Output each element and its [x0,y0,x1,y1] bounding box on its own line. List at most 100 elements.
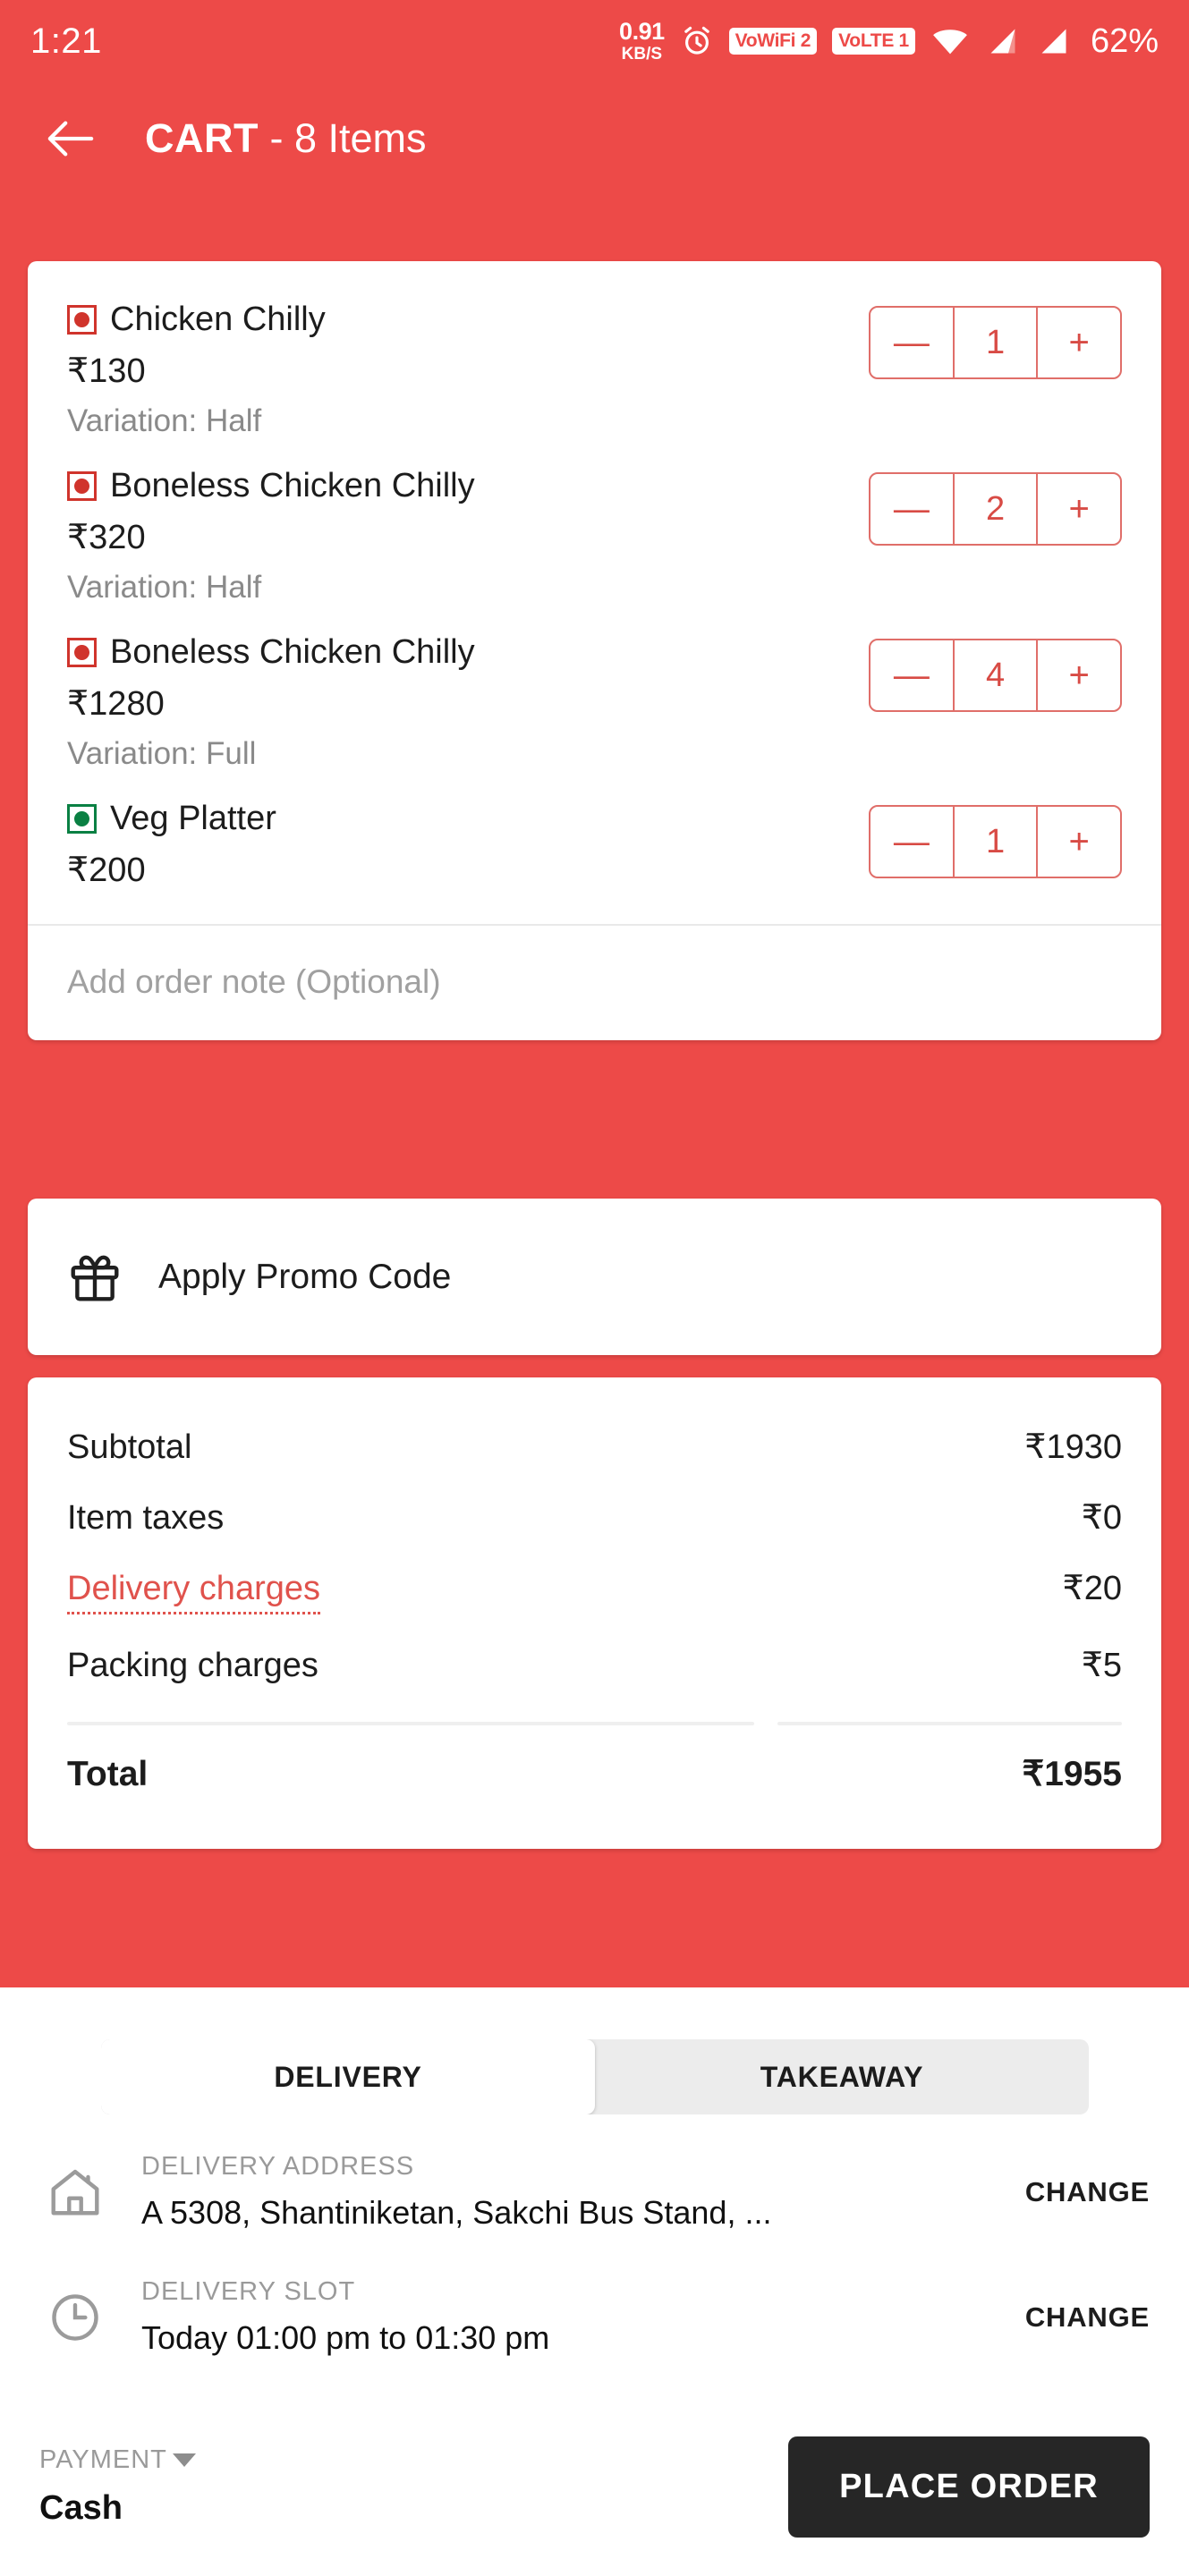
bill-rows: Subtotal ₹1930 Item taxes ₹0 Delivery ch… [67,1411,1122,1700]
network-speed-indicator: 0.91 KB/S [619,18,665,64]
delivery-slot-label: DELIVERY SLOT [141,2277,356,2306]
cart-item-name: Veg Platter [110,800,276,837]
order-type-takeaway[interactable]: TAKEAWAY [595,2039,1089,2114]
bill-row: Item taxes ₹0 [67,1482,1122,1553]
cart-item-details: Boneless Chicken Chilly ₹320 Variation: … [67,467,869,606]
cart-item-title: Boneless Chicken Chilly [67,633,869,672]
bill-row[interactable]: Delivery charges ₹20 [67,1553,1122,1630]
change-address-button[interactable]: CHANGE [1025,2176,1150,2208]
quantity-stepper[interactable]: — 1 + [869,805,1122,878]
delivery-address-label: DELIVERY ADDRESS [141,2152,415,2181]
status-bar-clock: 1:21 [30,21,102,61]
cart-item-details: Chicken Chilly ₹130 Variation: Half [67,301,869,439]
cart-item-row: Boneless Chicken Chilly ₹1280 Variation:… [28,606,1161,772]
cart-item-variation: Variation: Half [67,570,262,605]
quantity-value: 2 [952,474,1039,544]
network-speed-unit: KB/S [621,45,663,64]
app-bar: CART - 8 Items [0,82,1189,195]
quantity-stepper[interactable]: — 2 + [869,472,1122,546]
delivery-address-text: DELIVERY ADDRESS A 5308, Shantiniketan, … [141,2152,1004,2232]
payment-label: PAYMENT [39,2445,167,2474]
cart-item-price: ₹200 [67,852,146,889]
increase-quantity-button[interactable]: + [1038,640,1120,710]
total-value: ₹1955 [1022,1755,1122,1793]
quantity-value: 1 [952,807,1039,877]
bill-summary-inner: Subtotal ₹1930 Item taxes ₹0 Delivery ch… [28,1377,1161,1849]
total-label: Total [67,1755,149,1793]
delivery-address-value: A 5308, Shantiniketan, Sakchi Bus Stand,… [141,2194,772,2231]
cart-item-name: Boneless Chicken Chilly [110,467,475,504]
bill-row-label: Subtotal [67,1428,192,1466]
order-note-input[interactable]: Add order note (Optional) [67,963,1122,1001]
increase-quantity-button[interactable]: + [1038,308,1120,377]
cart-item-variation: Variation: Half [67,403,262,438]
cart-screen: 1:21 0.91 KB/S VoWiFi 2 VoLTE 1 62% CART… [0,0,1189,2576]
increase-quantity-button[interactable]: + [1038,807,1120,877]
cart-item-variation: Variation: Full [67,736,257,771]
order-type-toggle[interactable]: DELIVERY TAKEAWAY [101,2039,1089,2114]
quantity-value: 4 [952,640,1039,710]
cart-item-title: Boneless Chicken Chilly [67,467,869,505]
delivery-slot-row[interactable]: DELIVERY SLOT Today 01:00 pm to 01:30 pm… [0,2277,1189,2357]
decrease-quantity-button[interactable]: — [871,640,953,710]
place-order-button[interactable]: PLACE ORDER [788,2436,1150,2538]
decrease-quantity-button[interactable]: — [871,474,953,544]
page-title-count: - 8 Items [269,115,427,161]
bill-row-total: Total ₹1955 [67,1734,1122,1809]
payment-selector[interactable]: PAYMENT Cash [39,2445,196,2528]
quantity-value: 1 [952,308,1039,377]
cart-item-name: Boneless Chicken Chilly [110,633,475,671]
payment-label-wrap[interactable]: PAYMENT [39,2445,196,2475]
cart-items-card: Chicken Chilly ₹130 Variation: Half — 1 … [28,261,1161,1040]
order-type-delivery[interactable]: DELIVERY [101,2039,595,2114]
network-speed-value: 0.91 [619,18,665,45]
cart-item-row: Boneless Chicken Chilly ₹320 Variation: … [28,439,1161,606]
clock-icon [52,2293,98,2341]
cart-item-details: Boneless Chicken Chilly ₹1280 Variation:… [67,633,869,772]
bill-row-label: Item taxes [67,1499,225,1537]
bill-row: Packing charges ₹5 [67,1630,1122,1700]
wifi-icon [933,30,967,55]
quantity-stepper[interactable]: — 1 + [869,306,1122,379]
decrease-quantity-button[interactable]: — [871,308,953,377]
decrease-quantity-button[interactable]: — [871,807,953,877]
status-bar-icons: 0.91 KB/S VoWiFi 2 VoLTE 1 62% [619,18,1159,64]
cart-items-list: Chicken Chilly ₹130 Variation: Half — 1 … [28,261,1161,890]
cart-item-details: Veg Platter ₹200 [67,800,869,890]
veg-indicator-icon [67,804,97,834]
apply-promo-code-row[interactable]: Apply Promo Code [28,1199,1161,1355]
order-note-row[interactable]: Add order note (Optional) [28,926,1161,1040]
battery-percentage: 62% [1090,21,1159,60]
non-veg-indicator-icon [67,305,97,335]
clock-icon-wrap [39,2282,111,2353]
cart-item-price: ₹320 [67,519,146,556]
bill-row: Subtotal ₹1930 [67,1411,1122,1482]
page-title-main: CART [145,115,259,161]
apply-promo-code-label: Apply Promo Code [158,1257,452,1296]
back-arrow-icon [47,121,94,157]
vowifi-badge: VoWiFi 2 [728,28,818,55]
cart-item-row: Veg Platter ₹200 — 1 + [28,772,1161,890]
payment-bar: PAYMENT Cash PLACE ORDER [0,2397,1189,2576]
increase-quantity-button[interactable]: + [1038,474,1120,544]
quantity-stepper[interactable]: — 4 + [869,639,1122,712]
non-veg-indicator-icon [67,638,97,667]
status-bar: 1:21 0.91 KB/S VoWiFi 2 VoLTE 1 62% [0,0,1189,82]
total-divider [67,1722,1122,1725]
cart-item-title: Chicken Chilly [67,301,869,339]
delivery-address-row[interactable]: DELIVERY ADDRESS A 5308, Shantiniketan, … [0,2152,1189,2232]
home-icon-wrap [39,2157,111,2228]
bill-row-label: Packing charges [67,1647,318,1684]
alarm-icon [684,26,709,55]
bill-row-label[interactable]: Delivery charges [67,1570,320,1614]
bill-row-value: ₹20 [1062,1570,1122,1607]
cart-item-name: Chicken Chilly [110,301,326,338]
bill-summary-card: Subtotal ₹1930 Item taxes ₹0 Delivery ch… [28,1377,1161,1849]
change-slot-button[interactable]: CHANGE [1025,2301,1150,2334]
apply-promo-code-card[interactable]: Apply Promo Code [28,1199,1161,1355]
chevron-down-icon [172,2453,196,2467]
back-button[interactable] [43,111,98,166]
delivery-slot-text: DELIVERY SLOT Today 01:00 pm to 01:30 pm [141,2277,1004,2357]
volte-badge: VoLTE 1 [832,28,915,55]
bill-row-value: ₹1930 [1024,1428,1122,1466]
